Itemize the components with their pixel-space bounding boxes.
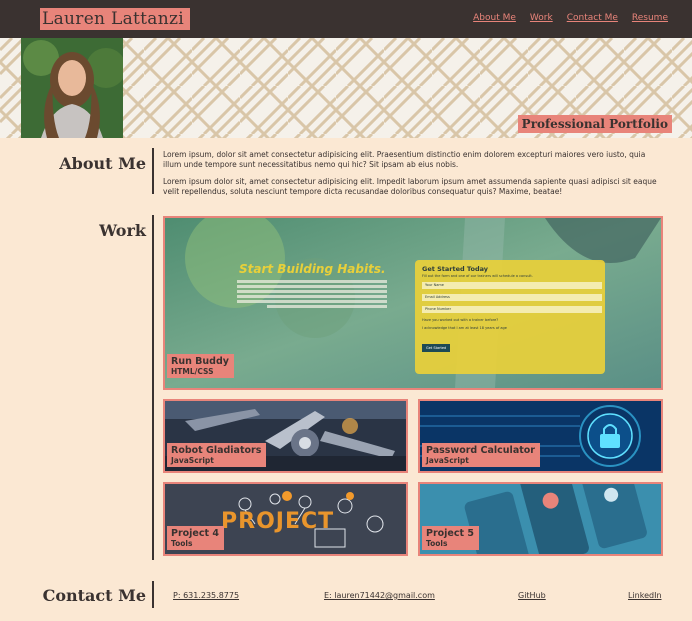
- project-title: Project 5: [426, 528, 474, 539]
- profile-photo: [21, 38, 123, 138]
- project-label: Robot Gladiators JavaScript: [167, 443, 267, 467]
- site-title[interactable]: Lauren Lattanzi: [40, 8, 190, 30]
- form-title: Get Started Today: [422, 265, 489, 273]
- contact-divider: [152, 581, 154, 608]
- contact-phone-link[interactable]: P: 631.235.8775: [173, 591, 239, 600]
- project-label: Project 4 Tools: [167, 526, 224, 550]
- form-field: Phone Number: [422, 306, 602, 313]
- about-paragraph: Lorem ipsum dolor sit, amet consectetur …: [163, 177, 657, 196]
- project-subtitle: JavaScript: [171, 456, 214, 465]
- project-title: Robot Gladiators: [171, 445, 262, 456]
- project-subtitle: JavaScript: [426, 456, 469, 465]
- about-paragraph: Lorem ipsum, dolor sit amet consectetur …: [163, 150, 646, 169]
- project-title: Run Buddy: [171, 356, 229, 367]
- project-card-password-calculator[interactable]: Password Calculator JavaScript: [418, 399, 663, 473]
- project-card-project-4[interactable]: PROJECT Project 4 Tools: [163, 482, 408, 556]
- contact-linkedin-link[interactable]: LinkedIn: [628, 591, 662, 600]
- contact-heading: Contact Me: [42, 586, 146, 605]
- form-question: Have you worked out with a trainer befor…: [422, 318, 499, 322]
- work-heading: Work: [99, 221, 146, 240]
- form-field: Your Name: [422, 282, 602, 289]
- form-field: Email Address: [422, 294, 602, 301]
- about-text: Lorem ipsum, dolor sit amet consectetur …: [163, 150, 663, 204]
- work-divider: [152, 215, 154, 560]
- run-buddy-body-lines: [237, 278, 387, 310]
- nav-contact-me[interactable]: Contact Me: [567, 13, 618, 23]
- contact-github-link[interactable]: GitHub: [518, 591, 546, 600]
- form-submit-button: Get Started: [422, 344, 451, 352]
- project-title: Password Calculator: [426, 445, 535, 456]
- main-nav: About Me Work Contact Me Resume: [473, 13, 668, 23]
- project-card-run-buddy[interactable]: Start Building Habits. Get Started Today…: [163, 216, 663, 390]
- project-4-art-text: PROJECT: [221, 509, 335, 534]
- project-label: Project 5 Tools: [422, 526, 479, 550]
- hero-banner: Professional Portfolio: [0, 38, 692, 138]
- project-subtitle: Tools: [171, 539, 193, 548]
- run-buddy-form: Get Started Today Fill out the form and …: [422, 265, 602, 353]
- run-buddy-headline: Start Building Habits.: [239, 262, 386, 276]
- project-subtitle: Tools: [426, 539, 448, 548]
- nav-work[interactable]: Work: [530, 13, 553, 23]
- project-card-robot-gladiators[interactable]: Robot Gladiators JavaScript: [163, 399, 408, 473]
- project-label: Run Buddy HTML/CSS: [167, 354, 234, 378]
- project-card-project-5[interactable]: Project 5 Tools: [418, 482, 663, 556]
- hero-tagline: Professional Portfolio: [517, 115, 672, 133]
- project-title: Project 4: [171, 528, 219, 539]
- form-hint: Fill out the form and one of our trainer…: [422, 274, 533, 278]
- project-subtitle: HTML/CSS: [171, 367, 214, 376]
- nav-resume[interactable]: Resume: [632, 13, 668, 23]
- about-heading: About Me: [59, 154, 146, 173]
- project-label: Password Calculator JavaScript: [422, 443, 540, 467]
- nav-about-me[interactable]: About Me: [473, 13, 516, 23]
- form-consent: I acknowledge that I am at least 18 year…: [422, 326, 507, 330]
- contact-email-link[interactable]: E: lauren71442@gmail.com: [324, 591, 435, 600]
- site-header: Lauren Lattanzi About Me Work Contact Me…: [0, 0, 692, 38]
- about-divider: [152, 148, 154, 194]
